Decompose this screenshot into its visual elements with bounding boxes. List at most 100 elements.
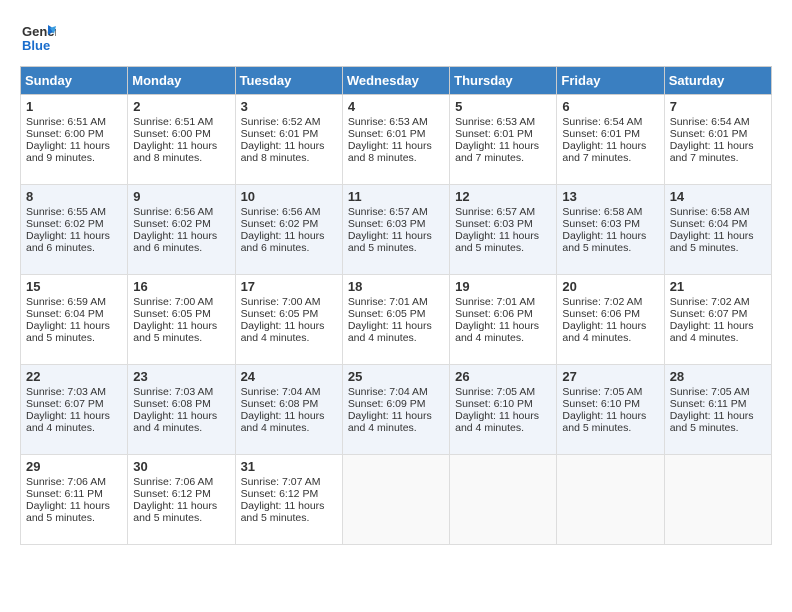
calendar-cell: 12Sunrise: 6:57 AMSunset: 6:03 PMDayligh…	[450, 185, 557, 275]
day-info-line: and 7 minutes.	[562, 152, 658, 164]
day-info-line: and 6 minutes.	[26, 242, 122, 254]
calendar-cell: 7Sunrise: 6:54 AMSunset: 6:01 PMDaylight…	[664, 95, 771, 185]
day-info-line: Sunrise: 7:03 AM	[26, 386, 122, 398]
day-number: 17	[241, 279, 337, 294]
day-number: 19	[455, 279, 551, 294]
day-info-line: Sunset: 6:02 PM	[133, 218, 229, 230]
calendar-cell: 14Sunrise: 6:58 AMSunset: 6:04 PMDayligh…	[664, 185, 771, 275]
day-info-line: Sunset: 6:12 PM	[241, 488, 337, 500]
calendar-cell	[342, 455, 449, 545]
day-info-line: Daylight: 11 hours	[562, 410, 658, 422]
day-info-line: Sunrise: 7:06 AM	[133, 476, 229, 488]
day-number: 14	[670, 189, 766, 204]
day-info-line: Daylight: 11 hours	[455, 320, 551, 332]
day-number: 29	[26, 459, 122, 474]
day-info-line: Sunset: 6:05 PM	[241, 308, 337, 320]
day-info-line: and 4 minutes.	[348, 332, 444, 344]
day-info-line: and 8 minutes.	[348, 152, 444, 164]
day-info-line: Sunrise: 7:04 AM	[348, 386, 444, 398]
calendar-cell: 21Sunrise: 7:02 AMSunset: 6:07 PMDayligh…	[664, 275, 771, 365]
calendar-week-5: 29Sunrise: 7:06 AMSunset: 6:11 PMDayligh…	[21, 455, 772, 545]
day-info-line: and 8 minutes.	[241, 152, 337, 164]
day-number: 24	[241, 369, 337, 384]
day-info-line: Sunrise: 6:56 AM	[133, 206, 229, 218]
day-info-line: Sunrise: 7:01 AM	[455, 296, 551, 308]
day-info-line: Daylight: 11 hours	[133, 500, 229, 512]
calendar-week-1: 1 Sunrise: 6:51 AM Sunset: 6:00 PM Daylight…	[21, 95, 772, 185]
day-info-line: and 5 minutes.	[133, 332, 229, 344]
day-number: 20	[562, 279, 658, 294]
svg-text:Blue: Blue	[22, 38, 50, 53]
day-number: 25	[348, 369, 444, 384]
day-number: 6	[562, 99, 658, 114]
day-info-line: Sunrise: 7:01 AM	[348, 296, 444, 308]
day-info-line: Daylight: 11 hours	[562, 230, 658, 242]
day-info-line: Sunset: 6:04 PM	[26, 308, 122, 320]
day-info-line: Sunset: 6:02 PM	[241, 218, 337, 230]
day-info-line: Daylight: 11 hours	[133, 230, 229, 242]
day-info-line: Daylight: 11 hours	[241, 230, 337, 242]
day-info-line: Daylight: 11 hours	[670, 410, 766, 422]
weekday-header-sunday: Sunday	[21, 67, 128, 95]
day-info-line: Sunset: 6:08 PM	[241, 398, 337, 410]
day-info-line: Daylight: 11 hours	[455, 140, 551, 152]
day-info-line: Sunrise: 7:03 AM	[133, 386, 229, 398]
day-info-line: and 5 minutes.	[26, 512, 122, 524]
calendar-cell: 11Sunrise: 6:57 AMSunset: 6:03 PMDayligh…	[342, 185, 449, 275]
day-number: 4	[348, 99, 444, 114]
logo: General Blue	[20, 20, 56, 56]
weekday-header-tuesday: Tuesday	[235, 67, 342, 95]
weekday-header-monday: Monday	[128, 67, 235, 95]
day-info-line: and 4 minutes.	[455, 332, 551, 344]
day-number: 26	[455, 369, 551, 384]
day-info-line: Sunset: 6:06 PM	[455, 308, 551, 320]
day-info-line: Sunrise: 6:58 AM	[670, 206, 766, 218]
day-info-line: and 5 minutes.	[241, 512, 337, 524]
day-info-line: and 5 minutes.	[348, 242, 444, 254]
calendar-cell	[450, 455, 557, 545]
calendar-cell	[664, 455, 771, 545]
day-info-line: Sunset: 6:03 PM	[455, 218, 551, 230]
calendar-cell: 10Sunrise: 6:56 AMSunset: 6:02 PMDayligh…	[235, 185, 342, 275]
day-info-line: Sunrise: 6:59 AM	[26, 296, 122, 308]
logo-icon: General Blue	[20, 20, 56, 56]
calendar-cell: 25 Sunrise: 7:04 AMSunset: 6:09 PMDayligh…	[342, 365, 449, 455]
day-number: 15	[26, 279, 122, 294]
day-info-line: and 4 minutes.	[26, 422, 122, 434]
day-number: 1	[26, 99, 122, 114]
day-info-line: Sunset: 6:12 PM	[133, 488, 229, 500]
day-info-line: Sunrise: 7:02 AM	[562, 296, 658, 308]
calendar-week-3: 15 Sunrise: 6:59 AMSunset: 6:04 PM Dayligh…	[21, 275, 772, 365]
calendar-cell: 8Sunrise: 6:55 AMSunset: 6:02 PMDaylight…	[21, 185, 128, 275]
calendar-cell: 20Sunrise: 7:02 AMSunset: 6:06 PMDayligh…	[557, 275, 664, 365]
day-info-line: and 5 minutes.	[455, 242, 551, 254]
day-info-line: Sunset: 6:11 PM	[670, 398, 766, 410]
calendar-cell: 15Sunrise: 6:59 AMSunset: 6:04 PMDayligh…	[21, 275, 128, 365]
day-info-line: Sunrise: 6:57 AM	[348, 206, 444, 218]
day-info-line: and 5 minutes.	[26, 332, 122, 344]
day-number: 18	[348, 279, 444, 294]
day-info-line: Sunset: 6:00 PM	[133, 128, 229, 140]
calendar-cell: 2Sunrise: 6:51 AMSunset: 6:00 PMDaylight…	[128, 95, 235, 185]
day-info-line: Sunset: 6:01 PM	[348, 128, 444, 140]
day-info-line: and 4 minutes.	[133, 422, 229, 434]
day-info-line: Sunrise: 7:02 AM	[670, 296, 766, 308]
day-info-line: Sunset: 6:09 PM	[348, 398, 444, 410]
day-info-line: Daylight: 11 hours	[348, 410, 444, 422]
day-info-line: and 7 minutes.	[670, 152, 766, 164]
calendar-cell: 18Sunrise: 7:01 AMSunset: 6:05 PMDayligh…	[342, 275, 449, 365]
calendar-table: SundayMondayTuesdayWednesdayThursdayFrid…	[20, 66, 772, 545]
day-info-line: Sunrise: 7:07 AM	[241, 476, 337, 488]
day-info-line: Daylight: 11 hours	[26, 230, 122, 242]
weekday-header-thursday: Thursday	[450, 67, 557, 95]
day-number: 22	[26, 369, 122, 384]
calendar-cell: 28Sunrise: 7:05 AMSunset: 6:11 PMDayligh…	[664, 365, 771, 455]
calendar-cell: 1Sunrise: 6:51 AMSunset: 6:00 PMDaylight…	[21, 95, 128, 185]
day-info-line: Sunrise: 6:56 AM	[241, 206, 337, 218]
day-info-line: and 4 minutes.	[241, 332, 337, 344]
day-info-line: Daylight: 11 hours	[241, 410, 337, 422]
day-info-line: Sunrise: 6:51 AM	[26, 116, 122, 128]
day-info-line: Daylight: 11 hours	[241, 140, 337, 152]
day-info-line: and 9 minutes.	[26, 152, 122, 164]
day-info-line: Sunrise: 6:53 AM	[348, 116, 444, 128]
